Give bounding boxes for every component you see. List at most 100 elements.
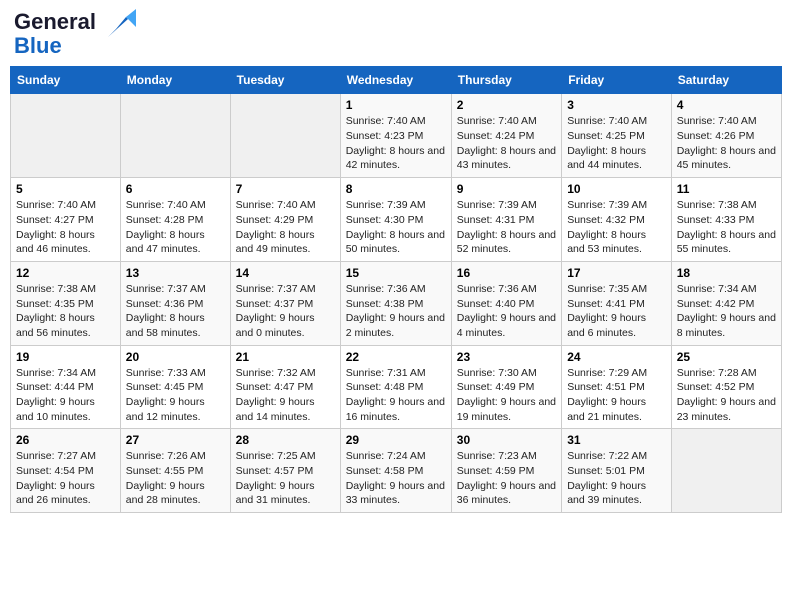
day-number: 2 [457, 98, 556, 112]
day-number: 8 [346, 182, 446, 196]
calendar-cell [11, 94, 121, 178]
calendar-week-row: 26Sunrise: 7:27 AM Sunset: 4:54 PM Dayli… [11, 429, 782, 513]
logo: GeneralBlue [14, 10, 136, 58]
day-info: Sunrise: 7:32 AM Sunset: 4:47 PM Dayligh… [236, 366, 335, 425]
day-info: Sunrise: 7:40 AM Sunset: 4:23 PM Dayligh… [346, 114, 446, 173]
calendar-week-row: 5 Sunrise: 7:40 AM Sunset: 4:27 PM Daylig… [11, 178, 782, 262]
day-number: 31 [567, 433, 666, 447]
day-info: Sunrise: 7:40 AM Sunset: 4:27 PM Dayligh… [16, 198, 115, 257]
calendar-cell [120, 94, 230, 178]
day-number: 29 [346, 433, 446, 447]
calendar-cell: 16 Sunrise: 7:36 AM Sunset: 4:40 PM Dayli… [451, 261, 561, 345]
day-info: Sunrise: 7:27 AM Sunset: 4:54 PM Dayligh… [16, 449, 115, 508]
calendar-cell: 2Sunrise: 7:40 AM Sunset: 4:24 PM Daylig… [451, 94, 561, 178]
calendar-cell: 9Sunrise: 7:39 AM Sunset: 4:31 PM Daylig… [451, 178, 561, 262]
day-number: 18 [677, 266, 776, 280]
day-number: 10 [567, 182, 666, 196]
calendar-week-row: 1 Sunrise: 7:40 AM Sunset: 4:23 PM Daylig… [11, 94, 782, 178]
calendar-cell: 23 Sunrise: 7:30 AM Sunset: 4:49 PM Dayli… [451, 345, 561, 429]
day-info: Sunrise: 7:34 AM Sunset: 4:44 PM Dayligh… [16, 366, 115, 425]
calendar-cell: 15 Sunrise: 7:36 AM Sunset: 4:38 PM Dayli… [340, 261, 451, 345]
day-of-week-header: Wednesday [340, 67, 451, 94]
day-number: 14 [236, 266, 335, 280]
day-info: Sunrise: 7:38 AM Sunset: 4:35 PM Dayligh… [16, 282, 115, 341]
day-info: Sunrise: 7:40 AM Sunset: 4:28 PM Dayligh… [126, 198, 225, 257]
day-info: Sunrise: 7:36 AM Sunset: 4:38 PM Dayligh… [346, 282, 446, 341]
day-info: Sunrise: 7:29 AM Sunset: 4:51 PM Dayligh… [567, 366, 666, 425]
calendar-cell: 28 Sunrise: 7:25 AM Sunset: 4:57 PM Dayli… [230, 429, 340, 513]
day-number: 27 [126, 433, 225, 447]
calendar-cell: 3 Sunrise: 7:40 AM Sunset: 4:25 PM Daylig… [562, 94, 672, 178]
day-info: Sunrise: 7:26 AM Sunset: 4:55 PM Dayligh… [126, 449, 225, 508]
day-info: Sunrise: 7:28 AM Sunset: 4:52 PM Dayligh… [677, 366, 776, 425]
day-of-week-header: Sunday [11, 67, 121, 94]
day-number: 20 [126, 350, 225, 364]
calendar-week-row: 12 Sunrise: 7:38 AM Sunset: 4:35 PM Dayli… [11, 261, 782, 345]
calendar-cell: 25 Sunrise: 7:28 AM Sunset: 4:52 PM Dayli… [671, 345, 781, 429]
calendar-cell [671, 429, 781, 513]
day-of-week-header: Monday [120, 67, 230, 94]
day-info: Sunrise: 7:36 AM Sunset: 4:40 PM Dayligh… [457, 282, 556, 341]
calendar-cell: 4Sunrise: 7:40 AM Sunset: 4:26 PM Daylig… [671, 94, 781, 178]
calendar-cell: 8 Sunrise: 7:39 AM Sunset: 4:30 PM Daylig… [340, 178, 451, 262]
day-info: Sunrise: 7:37 AM Sunset: 4:36 PM Dayligh… [126, 282, 225, 341]
day-number: 3 [567, 98, 666, 112]
calendar-cell: 10 Sunrise: 7:39 AM Sunset: 4:32 PM Dayli… [562, 178, 672, 262]
calendar-cell: 19 Sunrise: 7:34 AM Sunset: 4:44 PM Dayli… [11, 345, 121, 429]
day-info: Sunrise: 7:40 AM Sunset: 4:25 PM Dayligh… [567, 114, 666, 173]
calendar-cell: 22Sunrise: 7:31 AM Sunset: 4:48 PM Dayli… [340, 345, 451, 429]
calendar-table: SundayMondayTuesdayWednesdayThursdayFrid… [10, 66, 782, 513]
day-number: 28 [236, 433, 335, 447]
calendar-cell: 13 Sunrise: 7:37 AM Sunset: 4:36 PM Dayli… [120, 261, 230, 345]
day-number: 19 [16, 350, 115, 364]
calendar-cell: 18 Sunrise: 7:34 AM Sunset: 4:42 PM Dayli… [671, 261, 781, 345]
day-info: Sunrise: 7:39 AM Sunset: 4:32 PM Dayligh… [567, 198, 666, 257]
day-info: Sunrise: 7:38 AM Sunset: 4:33 PM Dayligh… [677, 198, 776, 257]
calendar-cell: 5 Sunrise: 7:40 AM Sunset: 4:27 PM Daylig… [11, 178, 121, 262]
day-info: Sunrise: 7:40 AM Sunset: 4:29 PM Dayligh… [236, 198, 335, 257]
day-number: 21 [236, 350, 335, 364]
day-info: Sunrise: 7:39 AM Sunset: 4:31 PM Dayligh… [457, 198, 556, 257]
day-number: 7 [236, 182, 335, 196]
calendar-cell: 14 Sunrise: 7:37 AM Sunset: 4:37 PM Dayli… [230, 261, 340, 345]
day-number: 23 [457, 350, 556, 364]
logo-icon [98, 9, 136, 41]
day-info: Sunrise: 7:25 AM Sunset: 4:57 PM Dayligh… [236, 449, 335, 508]
calendar-cell: 30Sunrise: 7:23 AM Sunset: 4:59 PM Dayli… [451, 429, 561, 513]
day-number: 25 [677, 350, 776, 364]
day-number: 6 [126, 182, 225, 196]
calendar-cell: 21 Sunrise: 7:32 AM Sunset: 4:47 PM Dayli… [230, 345, 340, 429]
day-info: Sunrise: 7:24 AM Sunset: 4:58 PM Dayligh… [346, 449, 446, 508]
day-number: 17 [567, 266, 666, 280]
day-of-week-header: Friday [562, 67, 672, 94]
calendar-cell: 26Sunrise: 7:27 AM Sunset: 4:54 PM Dayli… [11, 429, 121, 513]
day-info: Sunrise: 7:37 AM Sunset: 4:37 PM Dayligh… [236, 282, 335, 341]
day-number: 30 [457, 433, 556, 447]
calendar-header-row: SundayMondayTuesdayWednesdayThursdayFrid… [11, 67, 782, 94]
day-info: Sunrise: 7:30 AM Sunset: 4:49 PM Dayligh… [457, 366, 556, 425]
calendar-cell: 24Sunrise: 7:29 AM Sunset: 4:51 PM Dayli… [562, 345, 672, 429]
calendar-cell: 31Sunrise: 7:22 AM Sunset: 5:01 PM Dayli… [562, 429, 672, 513]
calendar-cell: 6 Sunrise: 7:40 AM Sunset: 4:28 PM Daylig… [120, 178, 230, 262]
page-header: GeneralBlue [10, 10, 782, 58]
day-number: 15 [346, 266, 446, 280]
day-info: Sunrise: 7:35 AM Sunset: 4:41 PM Dayligh… [567, 282, 666, 341]
calendar-cell: 27 Sunrise: 7:26 AM Sunset: 4:55 PM Dayli… [120, 429, 230, 513]
calendar-cell: 1 Sunrise: 7:40 AM Sunset: 4:23 PM Daylig… [340, 94, 451, 178]
day-of-week-header: Thursday [451, 67, 561, 94]
day-number: 22 [346, 350, 446, 364]
day-number: 12 [16, 266, 115, 280]
day-number: 16 [457, 266, 556, 280]
calendar-cell [230, 94, 340, 178]
day-number: 13 [126, 266, 225, 280]
day-info: Sunrise: 7:34 AM Sunset: 4:42 PM Dayligh… [677, 282, 776, 341]
calendar-body: 1 Sunrise: 7:40 AM Sunset: 4:23 PM Daylig… [11, 94, 782, 513]
calendar-cell: 29 Sunrise: 7:24 AM Sunset: 4:58 PM Dayli… [340, 429, 451, 513]
calendar-cell: 12 Sunrise: 7:38 AM Sunset: 4:35 PM Dayli… [11, 261, 121, 345]
day-info: Sunrise: 7:33 AM Sunset: 4:45 PM Dayligh… [126, 366, 225, 425]
day-number: 11 [677, 182, 776, 196]
day-info: Sunrise: 7:40 AM Sunset: 4:26 PM Dayligh… [677, 114, 776, 173]
day-info: Sunrise: 7:39 AM Sunset: 4:30 PM Dayligh… [346, 198, 446, 257]
day-number: 1 [346, 98, 446, 112]
day-number: 5 [16, 182, 115, 196]
